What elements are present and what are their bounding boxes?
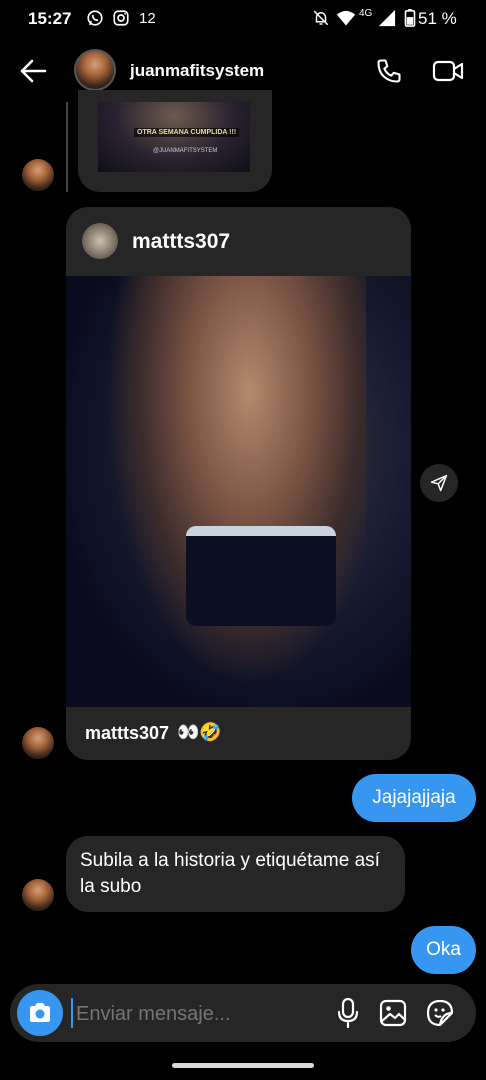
home-indicator[interactable] <box>172 1063 314 1068</box>
shared-post-caption-text: 👀🤣 <box>177 722 222 742</box>
message-outgoing[interactable]: Oka <box>411 926 476 974</box>
sender-avatar[interactable] <box>22 879 54 911</box>
status-time: 15:27 <box>28 9 72 28</box>
post-photo-shorts <box>186 526 336 626</box>
whatsapp-icon <box>86 9 104 31</box>
notification-count: 12 <box>139 10 156 27</box>
battery-icon <box>404 9 416 31</box>
instagram-icon <box>112 9 130 31</box>
header-username[interactable]: juanmafitsystem <box>130 61 264 81</box>
status-bar: 15:27 12 4G 51 % <box>0 0 486 38</box>
microphone-icon[interactable] <box>332 997 364 1029</box>
wifi-icon <box>336 9 356 31</box>
header-avatar[interactable] <box>74 49 116 91</box>
shared-post-author-avatar[interactable] <box>82 223 118 259</box>
network-type: 4G <box>359 8 373 19</box>
shared-post-caption-author: mattts307 <box>85 723 170 743</box>
previous-post-handle: @JUANMAFITSYSTEM <box>153 148 218 154</box>
message-composer <box>10 984 476 1042</box>
video-call-icon[interactable] <box>430 54 466 88</box>
previous-post-image: OTRA SEMANA CUMPLIDA !!! @JUANMAFITSYSTE… <box>98 102 250 172</box>
share-icon[interactable] <box>420 464 458 502</box>
battery-level: 51 % <box>418 9 457 28</box>
reply-thread-line <box>66 102 68 192</box>
shared-post-author[interactable]: mattts307 <box>132 230 230 254</box>
sender-avatar[interactable] <box>22 159 54 191</box>
shared-post-card[interactable]: mattts307 mattts307 👀🤣 <box>66 207 411 760</box>
previous-shared-post[interactable]: OTRA SEMANA CUMPLIDA !!! @JUANMAFITSYSTE… <box>78 90 272 192</box>
sticker-icon[interactable] <box>424 997 456 1029</box>
signal-icon <box>378 9 396 31</box>
message-outgoing[interactable]: Jajajajjaja <box>352 774 476 822</box>
sender-avatar[interactable] <box>22 727 54 759</box>
phone-call-icon[interactable] <box>372 54 406 88</box>
camera-icon <box>30 1003 50 1022</box>
shared-post-image[interactable] <box>66 276 411 707</box>
message-incoming[interactable]: Subila a la historia y etiquétame así la… <box>66 836 405 912</box>
back-arrow-icon[interactable] <box>16 54 50 88</box>
text-cursor <box>71 998 73 1028</box>
previous-post-caption: OTRA SEMANA CUMPLIDA !!! <box>134 128 240 137</box>
message-text: Subila a la historia y etiquétame así la… <box>80 850 380 897</box>
gallery-icon[interactable] <box>377 997 409 1029</box>
message-input[interactable] <box>74 994 328 1034</box>
message-text: Jajajajjaja <box>372 787 456 808</box>
message-text: Oka <box>426 939 461 960</box>
camera-button[interactable] <box>17 990 63 1036</box>
mute-icon <box>312 9 330 31</box>
